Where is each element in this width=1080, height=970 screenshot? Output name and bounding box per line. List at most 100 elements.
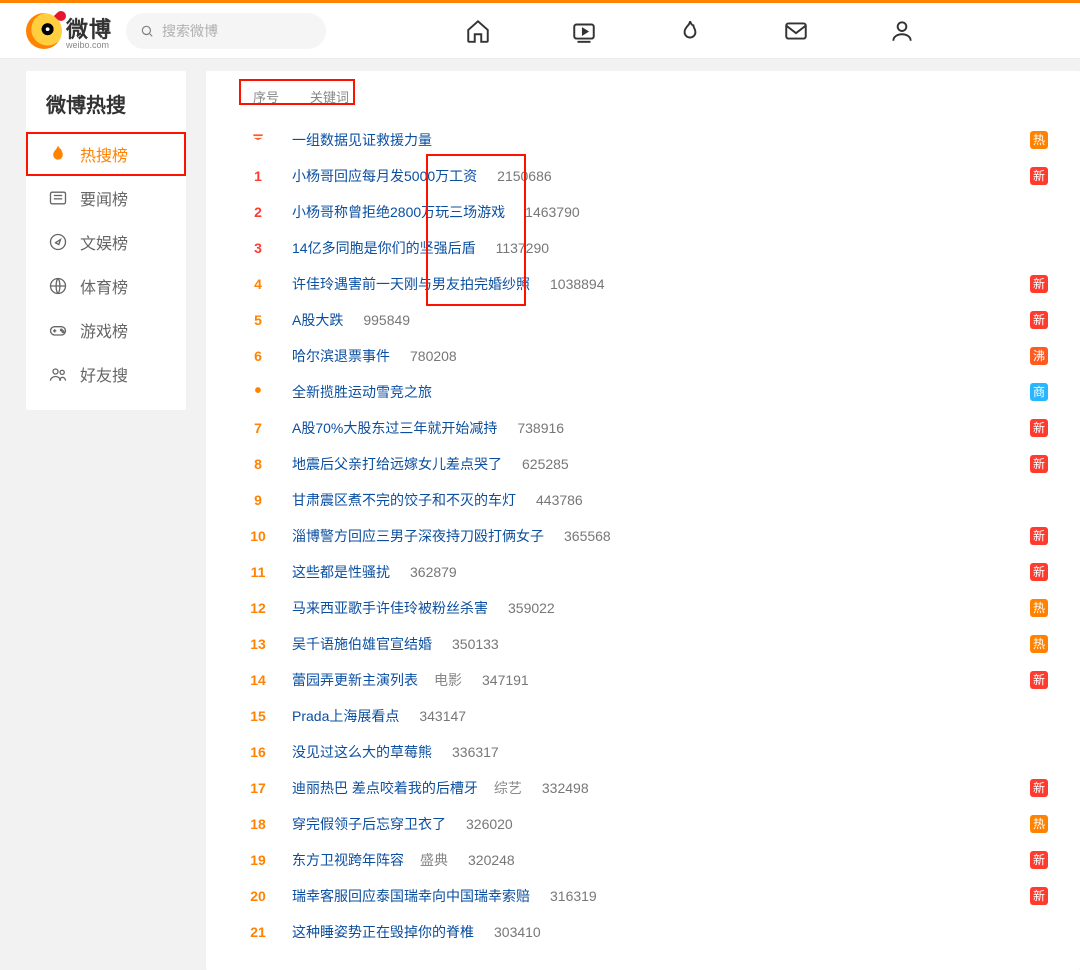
table-row: 14蕾园弄更新主演列表电影347191新 — [236, 662, 1050, 698]
rank-cell: 5 — [238, 312, 278, 328]
news-icon — [48, 188, 68, 208]
rank-cell: 8 — [238, 456, 278, 472]
count-value: 365568 — [564, 528, 611, 544]
table-header: 序号 关键词 — [236, 81, 1050, 122]
keyword-link[interactable]: A股70%大股东过三年就开始减持 — [292, 418, 497, 438]
count-value: 320248 — [468, 852, 515, 868]
weibo-logo[interactable]: 微博 weibo.com — [26, 12, 112, 50]
home-icon[interactable] — [465, 18, 491, 44]
keyword-link[interactable]: 马来西亚歌手许佳玲被粉丝杀害 — [292, 598, 488, 618]
badge-new: 新 — [1030, 275, 1048, 293]
badge-hot: 热 — [1030, 599, 1048, 617]
table-row: 4许佳玲遇害前一天刚与男友拍完婚纱照1038894新 — [236, 266, 1050, 302]
promo-dot-icon: • — [254, 380, 261, 402]
keyword-link[interactable]: 没见过这么大的草莓熊 — [292, 742, 432, 762]
table-row: 19 东方卫视跨年阵容盛典 320248 新 — [236, 842, 1050, 878]
profile-icon[interactable] — [889, 18, 915, 44]
keyword-link[interactable]: 东方卫视跨年阵容 — [292, 850, 404, 870]
table-row: 5A股大跌995849新 — [236, 302, 1050, 338]
count-value: 326020 — [466, 816, 513, 832]
rank-cell: 13 — [238, 636, 278, 652]
keyword-link[interactable]: 蕾园弄更新主演列表 — [292, 670, 418, 690]
compass-icon — [48, 232, 68, 252]
sidebar-item-label: 热搜榜 — [80, 142, 128, 166]
header-keyword: 关键词 — [310, 87, 349, 106]
table-row: 8地震后父亲打给远嫁女儿差点哭了625285新 — [236, 446, 1050, 482]
badge-new: 新 — [1030, 563, 1048, 581]
table-row: 12马来西亚歌手许佳玲被粉丝杀害359022热 — [236, 590, 1050, 626]
logo-subtext: weibo.com — [66, 40, 112, 50]
sidebar-title: 微博热搜 — [26, 89, 186, 132]
sidebar-item-hot[interactable]: 热搜榜 — [26, 132, 186, 176]
rank-cell: 20 — [238, 888, 278, 904]
category-label: 盛典 — [420, 850, 448, 870]
keyword-link[interactable]: Prada上海展看点 — [292, 706, 399, 726]
keyword-link[interactable]: 吴千语施伯雄官宣结婚 — [292, 634, 432, 654]
keyword-link[interactable]: 一组数据见证救援力量 — [292, 130, 432, 150]
keyword-link[interactable]: 地震后父亲打给远嫁女儿差点哭了 — [292, 454, 502, 474]
count-value: 995849 — [363, 312, 410, 328]
search-box[interactable] — [126, 13, 326, 49]
keyword-link[interactable]: 甘肃震区煮不完的饺子和不灭的车灯 — [292, 490, 516, 510]
table-row: 6哈尔滨退票事件780208沸 — [236, 338, 1050, 374]
keyword-link[interactable]: 14亿多同胞是你们的坚强后盾 — [292, 238, 476, 258]
badge-new: 新 — [1030, 419, 1048, 437]
search-input[interactable] — [162, 23, 312, 39]
badge-new: 新 — [1030, 455, 1048, 473]
sidebar-item-game[interactable]: 游戏榜 — [26, 308, 186, 352]
keyword-link[interactable]: A股大跌 — [292, 310, 343, 330]
rank-cell: 18 — [238, 816, 278, 832]
logo-text: 微博 — [66, 12, 112, 44]
video-icon[interactable] — [571, 18, 597, 44]
sidebar-item-label: 好友搜 — [80, 362, 128, 386]
badge-hot: 热 — [1030, 815, 1048, 833]
count-value: 336317 — [452, 744, 499, 760]
mail-icon[interactable] — [783, 18, 809, 44]
count-value: 1137290 — [496, 240, 549, 256]
table-row: 7A股70%大股东过三年就开始减持738916新 — [236, 410, 1050, 446]
keyword-link[interactable]: 许佳玲遇害前一天刚与男友拍完婚纱照 — [292, 274, 530, 294]
table-row: 20瑞幸客服回应泰国瑞幸向中国瑞幸索赔316319新 — [236, 878, 1050, 914]
gamepad-icon — [48, 320, 68, 340]
keyword-link[interactable]: 这些都是性骚扰 — [292, 562, 390, 582]
rank-cell: 1 — [238, 168, 278, 184]
table-row: 21这种睡姿势正在毁掉你的脊椎303410 — [236, 914, 1050, 950]
rank-cell: 19 — [238, 852, 278, 868]
badge-new: 新 — [1030, 779, 1048, 797]
rank-cell: 4 — [238, 276, 278, 292]
count-value: 347191 — [482, 672, 529, 688]
sidebar-item-sport[interactable]: 体育榜 — [26, 264, 186, 308]
badge-new: 新 — [1030, 851, 1048, 869]
page: 微博热搜 热搜榜 要闻榜 文娱榜 体育榜 游戏榜 好友搜 序号 关键词 — [0, 59, 1080, 970]
count-value: 362879 — [410, 564, 457, 580]
search-icon — [140, 23, 154, 39]
hot-icon[interactable] — [677, 18, 703, 44]
keyword-link[interactable]: 全新揽胜运动雪竞之旅 — [292, 382, 432, 402]
sidebar-item-label: 要闻榜 — [80, 186, 128, 210]
keyword-link[interactable]: 淄博警方回应三男子深夜持刀殴打俩女子 — [292, 526, 544, 546]
badge-new: 新 — [1030, 167, 1048, 185]
table-row: 17迪丽热巴 差点咬着我的后槽牙综艺332498新 — [236, 770, 1050, 806]
badge-new: 新 — [1030, 527, 1048, 545]
table-row: 2小杨哥称曾拒绝2800万玩三场游戏1463790 — [236, 194, 1050, 230]
keyword-link[interactable]: 迪丽热巴 差点咬着我的后槽牙 — [292, 778, 478, 798]
sidebar-item-friend[interactable]: 好友搜 — [26, 352, 186, 396]
category-label: 电影 — [434, 670, 462, 690]
rank-cell: 10 — [238, 528, 278, 544]
rank-cell: 11 — [238, 564, 278, 580]
table-body: 一组数据见证救援力量热1小杨哥回应每月发5000万工资2150686新2小杨哥称… — [236, 122, 1050, 950]
weibo-logo-icon — [26, 13, 62, 49]
people-icon — [48, 364, 68, 384]
table-row: 一组数据见证救援力量热 — [236, 122, 1050, 158]
sidebar-item-news[interactable]: 要闻榜 — [26, 176, 186, 220]
keyword-link[interactable]: 这种睡姿势正在毁掉你的脊椎 — [292, 922, 474, 942]
keyword-link[interactable]: 小杨哥回应每月发5000万工资 — [292, 166, 477, 186]
sidebar-item-ent[interactable]: 文娱榜 — [26, 220, 186, 264]
ball-icon — [48, 276, 68, 296]
table-row: 314亿多同胞是你们的坚强后盾1137290 — [236, 230, 1050, 266]
keyword-link[interactable]: 哈尔滨退票事件 — [292, 346, 390, 366]
table-row: 10 淄博警方回应三男子深夜持刀殴打俩女子 365568 新 — [236, 518, 1050, 554]
keyword-link[interactable]: 瑞幸客服回应泰国瑞幸向中国瑞幸索赔 — [292, 886, 530, 906]
keyword-link[interactable]: 穿完假领子后忘穿卫衣了 — [292, 814, 446, 834]
keyword-link[interactable]: 小杨哥称曾拒绝2800万玩三场游戏 — [292, 202, 505, 222]
